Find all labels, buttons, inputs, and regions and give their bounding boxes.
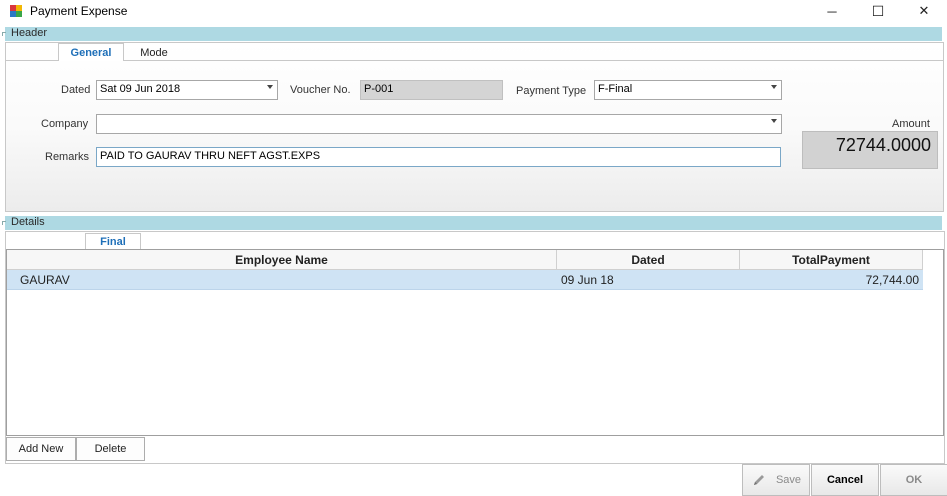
remarks-label: Remarks [45, 151, 90, 163]
column-header-dated[interactable]: Dated [557, 250, 740, 270]
cell-dated: 09 Jun 18 [561, 272, 614, 287]
details-section-label: Details [11, 216, 45, 228]
tab-final[interactable]: Final [85, 233, 141, 250]
column-header-employee[interactable]: Employee Name [7, 250, 557, 270]
amount-value: 72744.0000 [835, 135, 931, 155]
company-select[interactable] [96, 114, 782, 134]
dropdown-arrow-icon [771, 119, 777, 123]
add-new-button[interactable]: Add New [6, 437, 76, 461]
tab-mode[interactable]: Mode [126, 43, 182, 61]
save-label: Save [775, 474, 802, 486]
details-section-bar[interactable]: Details [2, 216, 942, 230]
voucher-value: P-001 [364, 83, 394, 95]
tab-final-label: Final [100, 236, 126, 248]
cancel-button[interactable]: Cancel [811, 464, 879, 496]
save-button[interactable]: Save [742, 464, 810, 496]
payment-type-value: F-Final [598, 83, 633, 95]
collapse-corner-icon [2, 32, 6, 36]
maximize-icon: ☐ [871, 2, 885, 19]
table-row[interactable]: GAURAV 09 Jun 18 72,744.00 [7, 270, 923, 290]
close-button[interactable]: ✕ [901, 0, 947, 22]
pencil-icon [753, 475, 764, 485]
add-new-label: Add New [18, 443, 64, 455]
minimize-icon: ─ [827, 3, 837, 19]
delete-button[interactable]: Delete [76, 437, 145, 461]
amount-display: 72744.0000 [802, 131, 938, 169]
voucher-number-field: P-001 [360, 80, 503, 100]
close-icon: ✕ [918, 3, 930, 18]
amount-label: Amount [892, 118, 930, 130]
dated-label: Dated [61, 84, 91, 96]
collapse-corner-icon [2, 221, 6, 225]
remarks-input[interactable]: PAID TO GAURAV THRU NEFT AGST.EXPS [96, 147, 781, 167]
tab-mode-label: Mode [140, 46, 168, 59]
cell-employee: GAURAV [20, 272, 70, 287]
header-section-bar[interactable]: Header [2, 27, 942, 41]
cancel-label: Cancel [826, 474, 864, 486]
voucher-label: Voucher No. [290, 84, 351, 96]
ok-label: OK [905, 474, 923, 486]
dropdown-arrow-icon [267, 85, 273, 89]
company-label: Company [41, 118, 89, 130]
minimize-button[interactable]: ─ [809, 0, 855, 22]
details-grid[interactable]: Employee Name Dated TotalPayment GAURAV … [6, 249, 944, 436]
tab-general-label: General [70, 46, 112, 59]
header-panel: General Mode Dated Sat 09 Jun 2018 Vouch… [5, 42, 944, 212]
details-panel: Final Employee Name Dated TotalPayment G… [5, 231, 945, 464]
payment-type-select[interactable]: F-Final [594, 80, 782, 100]
app-icon [10, 5, 22, 17]
window-title: Payment Expense [30, 4, 128, 18]
ok-button[interactable]: OK [880, 464, 947, 496]
title-bar: Payment Expense ─ ☐ ✕ [0, 0, 947, 22]
payment-type-label: Payment Type [516, 85, 587, 97]
header-section-label: Header [11, 27, 48, 39]
dated-value: Sat 09 Jun 2018 [100, 83, 181, 95]
remarks-value: PAID TO GAURAV THRU NEFT AGST.EXPS [100, 150, 321, 162]
column-header-totalpayment[interactable]: TotalPayment [740, 250, 923, 270]
cell-total: 72,744.00 [865, 272, 919, 287]
tab-general[interactable]: General [58, 43, 124, 61]
delete-label: Delete [94, 443, 127, 455]
dropdown-arrow-icon [771, 85, 777, 89]
dated-picker[interactable]: Sat 09 Jun 2018 [96, 80, 278, 100]
maximize-button[interactable]: ☐ [855, 0, 901, 22]
